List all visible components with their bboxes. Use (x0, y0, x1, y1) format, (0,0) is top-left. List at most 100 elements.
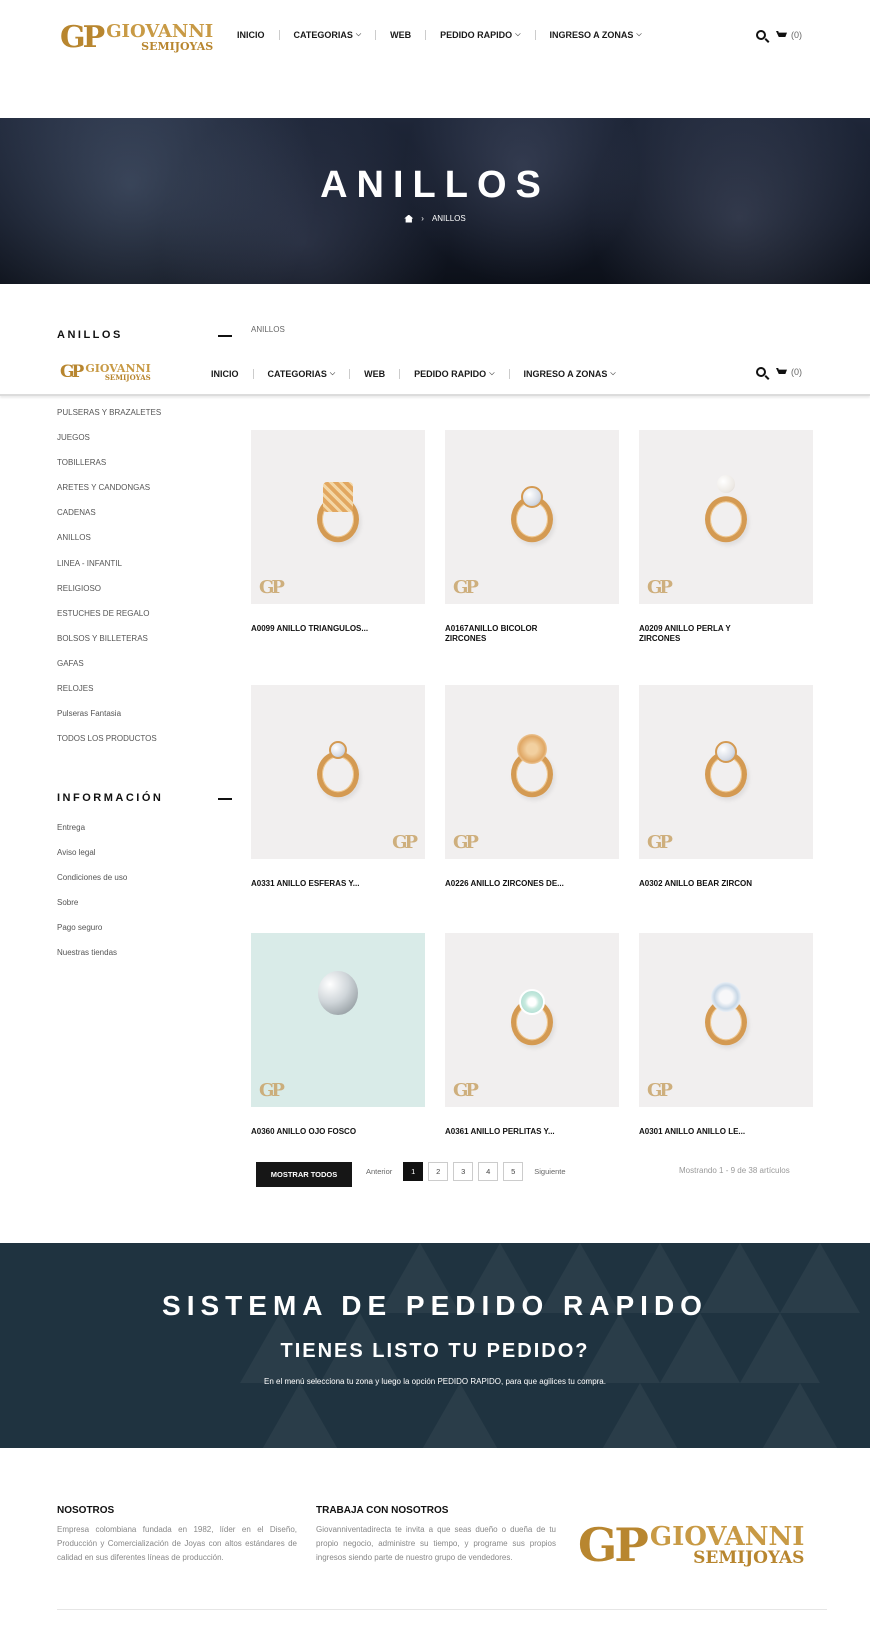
nav-separator (399, 369, 401, 379)
logo[interactable]: GP GIOVANNI SEMIJOYAS (60, 20, 213, 55)
info-link[interactable]: Entrega (57, 823, 127, 848)
nav-separator (278, 30, 280, 40)
sidebar-item[interactable]: RELOJES (57, 684, 161, 709)
logo-line2: SEMIJOYAS (141, 40, 214, 53)
breadcrumb: › ANILLOS (0, 214, 870, 223)
product-name[interactable]: A0099 ANILLO TRIANGULOS... (251, 624, 381, 634)
nav-categorias[interactable]: CATEGORIAS ⌵ (294, 30, 362, 40)
cart-button[interactable]: (0) (776, 30, 802, 40)
product-image[interactable]: GP (639, 430, 813, 604)
sidebar-item[interactable]: GAFAS (57, 659, 161, 684)
collapse-icon[interactable] (218, 335, 232, 337)
product-name[interactable]: A0361 ANILLO PERLITAS Y... (445, 1127, 575, 1137)
home-icon[interactable] (404, 214, 414, 223)
nav-web[interactable]: WEB (390, 30, 411, 40)
nav-separator (425, 30, 427, 40)
content-breadcrumb: ANILLOS (251, 325, 285, 334)
nav-label: WEB (364, 369, 386, 379)
ring-image (715, 740, 737, 763)
product-card[interactable]: GP A0167ANILLO BICOLOR ZIRCONES (445, 430, 619, 644)
logo-line1: GIOVANNI (106, 21, 214, 42)
product-image[interactable]: GP (445, 685, 619, 859)
sidebar-item[interactable]: TOBILLERAS (57, 458, 161, 483)
chevron-down-icon: ⌵ (515, 31, 521, 38)
product-image[interactable]: GP (251, 933, 425, 1107)
collapse-icon[interactable] (218, 798, 232, 800)
page-button[interactable]: 3 (453, 1162, 474, 1181)
product-card[interactable]: GP A0360 ANILLO OJO FOSCO (251, 933, 425, 1137)
decorative-triangle (760, 1383, 840, 1448)
sidebar-item[interactable]: PULSERAS Y BRAZALETES (57, 408, 161, 433)
sidebar-categories-title: ANILLOS (57, 329, 123, 341)
sticky-logo[interactable]: GP GIOVANNI SEMIJOYAS (60, 362, 151, 382)
product-card[interactable]: GP A0099 ANILLO TRIANGULOS... (251, 430, 425, 634)
info-link[interactable]: Nuestras tiendas (57, 948, 127, 973)
ring-image (323, 482, 353, 513)
nav-inicio[interactable]: INICIO (211, 369, 239, 379)
pagination-next[interactable]: Siguiente (534, 1167, 565, 1176)
product-card[interactable]: GP A0361 ANILLO PERLITAS Y... (445, 933, 619, 1137)
page-button[interactable]: 1 (403, 1162, 424, 1181)
product-name[interactable]: A0302 ANILLO BEAR ZIRCON (639, 879, 769, 889)
watermark-logo: GP (259, 577, 285, 598)
product-card[interactable]: GP A0331 ANILLO ESFERAS Y... (251, 685, 425, 889)
sidebar-item[interactable]: JUEGOS (57, 433, 161, 458)
product-image[interactable]: GP (445, 430, 619, 604)
page-button[interactable]: 5 (503, 1162, 524, 1181)
sidebar-item[interactable]: RELIGIOSO (57, 584, 161, 609)
product-image[interactable]: GP (639, 685, 813, 859)
product-card[interactable]: GP A0209 ANILLO PERLA Y ZIRCONES (639, 430, 813, 644)
product-name[interactable]: A0226 ANILLO ZIRCONES DE... (445, 879, 575, 889)
nav-web[interactable]: WEB (364, 369, 385, 379)
nav-categorias[interactable]: CATEGORIAS ⌵ (268, 369, 336, 379)
footer-logo[interactable]: GP GIOVANNI SEMIJOYAS (578, 1518, 804, 1572)
nav-label: INGRESO A ZONAS (523, 369, 608, 379)
product-image[interactable]: GP (639, 933, 813, 1107)
sticky-header: GP GIOVANNI SEMIJOYAS INICIO CATEGORIAS ⌵… (0, 352, 870, 396)
ring-image (711, 981, 741, 1012)
info-link[interactable]: Sobre (57, 898, 127, 923)
product-name[interactable]: A0209 ANILLO PERLA Y ZIRCONES (639, 624, 769, 644)
sidebar-item[interactable]: CADENAS (57, 508, 161, 533)
product-image[interactable]: GP (445, 933, 619, 1107)
cart-icon (776, 31, 787, 37)
page-button[interactable]: 4 (478, 1162, 499, 1181)
watermark-logo: GP (453, 832, 479, 853)
product-name[interactable]: A0167ANILLO BICOLOR ZIRCONES (445, 624, 575, 644)
sidebar-item[interactable]: Pulseras Fantasia (57, 709, 161, 734)
nav-ingreso-zonas[interactable]: INGRESO A ZONAS ⌵ (550, 30, 642, 40)
product-image[interactable]: GP (251, 685, 425, 859)
page-button[interactable]: 2 (428, 1162, 449, 1181)
sidebar-item[interactable]: BOLSOS Y BILLETERAS (57, 634, 161, 659)
cart-button[interactable]: (0) (776, 367, 802, 377)
chevron-down-icon: ⌵ (610, 370, 616, 377)
product-image[interactable]: GP (251, 430, 425, 604)
product-name[interactable]: A0301 ANILLO ANILLO LE... (639, 1127, 769, 1137)
nav-pedido-rapido[interactable]: PEDIDO RAPIDO ⌵ (414, 369, 494, 379)
sidebar-item[interactable]: ARETES Y CANDONGAS (57, 483, 161, 508)
search-icon[interactable] (756, 30, 766, 40)
nav-inicio[interactable]: INICIO (237, 30, 265, 40)
sidebar-item[interactable]: ANILLOS (57, 533, 161, 558)
ring-image (329, 740, 347, 759)
info-link[interactable]: Condiciones de uso (57, 873, 127, 898)
nav-label: CATEGORIAS (267, 369, 327, 379)
quick-order-banner: SISTEMA DE PEDIDO RAPIDO TIENES LISTO TU… (0, 1243, 870, 1448)
search-icon[interactable] (756, 367, 766, 377)
info-link[interactable]: Aviso legal (57, 848, 127, 873)
product-name[interactable]: A0360 ANILLO OJO FOSCO (251, 1127, 381, 1137)
nav-separator (534, 30, 536, 40)
sidebar-item[interactable]: LINEA - INFANTIL (57, 559, 161, 584)
show-all-button[interactable]: MOSTRAR TODOS (256, 1162, 352, 1187)
info-link[interactable]: Pago seguro (57, 923, 127, 948)
pagination-prev[interactable]: Anterior (366, 1167, 392, 1176)
sidebar-info-title: INFORMACIÓN (57, 792, 164, 804)
sidebar-item[interactable]: TODOS LOS PRODUCTOS (57, 734, 161, 759)
nav-ingreso-zonas[interactable]: INGRESO A ZONAS ⌵ (524, 369, 616, 379)
product-card[interactable]: GP A0301 ANILLO ANILLO LE... (639, 933, 813, 1137)
product-card[interactable]: GP A0302 ANILLO BEAR ZIRCON (639, 685, 813, 889)
product-card[interactable]: GP A0226 ANILLO ZIRCONES DE... (445, 685, 619, 889)
sidebar-item[interactable]: ESTUCHES DE REGALO (57, 609, 161, 634)
product-name[interactable]: A0331 ANILLO ESFERAS Y... (251, 879, 381, 889)
nav-pedido-rapido[interactable]: PEDIDO RAPIDO ⌵ (440, 30, 520, 40)
